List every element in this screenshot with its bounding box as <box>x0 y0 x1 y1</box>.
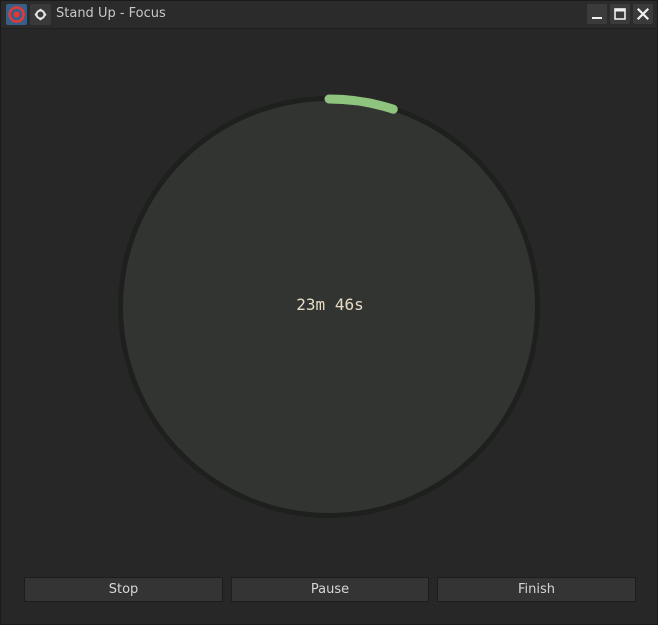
pause-button[interactable]: Pause <box>231 577 429 602</box>
app-window: Stand Up - Focus 23m 46s Stop Pause Fini… <box>0 0 658 625</box>
time-remaining: 23m 46s <box>296 295 364 314</box>
finish-button[interactable]: Finish <box>437 577 636 602</box>
stop-button[interactable]: Stop <box>24 577 223 602</box>
timer-dial <box>118 94 540 518</box>
